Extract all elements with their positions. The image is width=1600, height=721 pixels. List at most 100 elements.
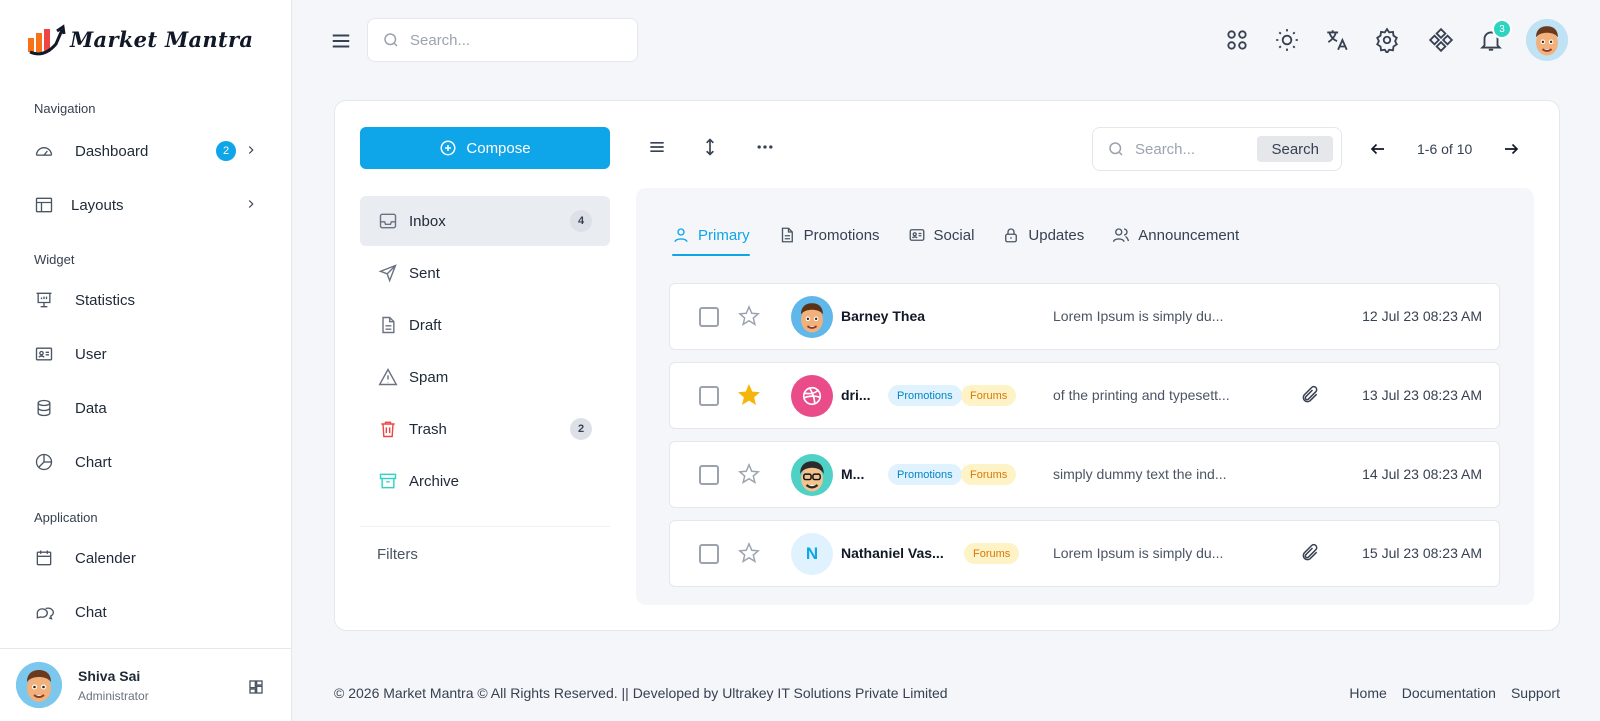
avatar	[16, 662, 62, 708]
tab-primary[interactable]: Primary	[672, 226, 750, 256]
warning-icon	[378, 368, 398, 386]
gear-icon[interactable]	[1374, 27, 1400, 53]
row-checkbox[interactable]	[699, 307, 719, 327]
sender-avatar	[791, 454, 833, 496]
sidebar-item-chart[interactable]: Chart	[34, 444, 264, 480]
folder-spam[interactable]: Spam	[360, 352, 610, 402]
mail-preview: simply dummy text the ind...	[1053, 466, 1227, 482]
tab-label: Updates	[1028, 226, 1085, 244]
tab-promotions[interactable]: Promotions	[778, 226, 880, 256]
folder-count: 4	[570, 210, 592, 232]
user-icon	[674, 228, 688, 243]
footer-links: Home Documentation Support	[1349, 685, 1560, 701]
header-avatar[interactable]	[1526, 19, 1568, 61]
sender-avatar	[791, 375, 833, 417]
tab-announcement[interactable]: Announcement	[1112, 226, 1239, 256]
archive-icon	[379, 473, 397, 489]
sidebar-item-label: Chart	[75, 453, 112, 471]
tab-label: Announcement	[1138, 226, 1240, 244]
folder-label: Sent	[409, 264, 440, 282]
mail-date: 14 Jul 23 08:23 AM	[1362, 466, 1482, 482]
header-search-input[interactable]	[410, 31, 600, 49]
list-menu-icon[interactable]	[647, 137, 667, 157]
sun-icon[interactable]	[1274, 27, 1300, 53]
more-horizontal-icon[interactable]	[754, 137, 776, 157]
memoji-avatar-icon	[791, 454, 833, 496]
folder-label: Inbox	[409, 212, 446, 230]
search-icon	[1109, 142, 1123, 156]
sender-avatar-initial: N	[791, 533, 833, 575]
chevron-right-icon	[248, 200, 254, 208]
calendar-icon	[36, 550, 52, 566]
row-checkbox[interactable]	[699, 465, 719, 485]
star-outline-icon[interactable]	[738, 542, 760, 564]
folder-inbox[interactable]: Inbox 4	[360, 196, 610, 246]
filters-label[interactable]: Filters	[377, 546, 418, 563]
brand-name: Market Mantra	[70, 26, 254, 52]
gauge-icon	[35, 147, 53, 156]
compose-button[interactable]: Compose	[360, 127, 610, 169]
row-checkbox[interactable]	[699, 386, 719, 406]
document-icon	[382, 316, 395, 334]
dashboard-grid-icon[interactable]	[248, 679, 264, 695]
arrow-right-icon[interactable]	[1502, 140, 1520, 158]
tab-label: Social	[933, 226, 975, 244]
folder-draft[interactable]: Draft	[360, 300, 610, 350]
mail-preview: of the printing and typesett...	[1053, 387, 1230, 403]
row-checkbox[interactable]	[699, 544, 719, 564]
sidebar-item-label: Layouts	[71, 196, 124, 214]
sidebar-item-chat[interactable]: Chat	[34, 594, 264, 630]
brand-logo[interactable]: Market Mantra	[26, 22, 253, 56]
sidebar-item-label: Calender	[75, 549, 136, 567]
arrow-left-icon[interactable]	[1369, 140, 1387, 158]
hamburger-menu-icon[interactable]	[330, 30, 352, 52]
sidebar-item-dashboard[interactable]: Dashboard 2	[34, 133, 264, 169]
trash-icon	[381, 421, 395, 438]
sidebar-item-calender[interactable]: Calender	[34, 540, 264, 576]
apps-grid-icon[interactable]	[1224, 27, 1250, 53]
mail-preview: Lorem Ipsum is simply du...	[1053, 545, 1224, 561]
mail-row[interactable]: M... Promotions Forums simply dummy text…	[669, 441, 1500, 508]
mail-row[interactable]: dri... Promotions Forums of the printing…	[669, 362, 1500, 429]
folder-sent[interactable]: Sent	[360, 248, 610, 298]
sidebar-item-label: Chat	[75, 603, 107, 621]
compose-label: Compose	[466, 139, 531, 157]
folder-archive[interactable]: Archive	[360, 456, 610, 506]
folder-label: Draft	[409, 316, 442, 334]
footer-link-home[interactable]: Home	[1349, 685, 1386, 701]
tab-social[interactable]: Social	[908, 226, 975, 256]
header-search[interactable]	[367, 18, 638, 62]
sidebar-item-data[interactable]: Data	[34, 390, 264, 426]
mail-row[interactable]: N Nathaniel Vas... Forums Lorem Ipsum is…	[669, 520, 1500, 587]
mail-search[interactable]: Search	[1092, 127, 1342, 171]
star-outline-icon[interactable]	[738, 305, 760, 327]
sidebar-item-label: Statistics	[75, 291, 136, 309]
star-outline-icon[interactable]	[738, 463, 760, 485]
sidebar-item-layouts[interactable]: Layouts	[34, 187, 264, 223]
footer-link-support[interactable]: Support	[1511, 685, 1560, 701]
sidebar-item-statistics[interactable]: Statistics	[34, 282, 264, 318]
send-icon	[378, 264, 397, 283]
mail-tabs: Primary Promotions Social Updates Announ…	[672, 226, 1267, 256]
footer-link-documentation[interactable]: Documentation	[1402, 685, 1496, 701]
folder-trash[interactable]: Trash 2	[360, 404, 610, 454]
translate-icon[interactable]	[1324, 27, 1350, 53]
tab-updates[interactable]: Updates	[1002, 226, 1084, 256]
mail-search-input[interactable]	[1135, 140, 1245, 158]
star-filled-icon[interactable]	[738, 384, 760, 406]
mail-search-button[interactable]: Search	[1257, 136, 1333, 162]
sidebar-user-profile[interactable]: Shiva Sai Administrator	[0, 648, 292, 721]
diamond-grid-icon[interactable]	[1428, 27, 1454, 53]
mail-row[interactable]: Barney Thea Lorem Ipsum is simply du... …	[669, 283, 1500, 350]
tag-forums: Forums	[961, 464, 1017, 485]
user-role: Administrator	[78, 688, 149, 703]
sidebar-item-label: Data	[75, 399, 107, 417]
tag-forums: Forums	[961, 385, 1017, 406]
sender-name: Barney Thea	[841, 308, 926, 324]
presentation-icon	[36, 292, 52, 308]
mail-list: Barney Thea Lorem Ipsum is simply du... …	[669, 283, 1500, 599]
sort-vertical-icon[interactable]	[700, 137, 720, 157]
user-avatar-icon	[1526, 19, 1568, 61]
sidebar-item-user[interactable]: User	[34, 336, 264, 372]
chat-icon	[36, 607, 54, 620]
